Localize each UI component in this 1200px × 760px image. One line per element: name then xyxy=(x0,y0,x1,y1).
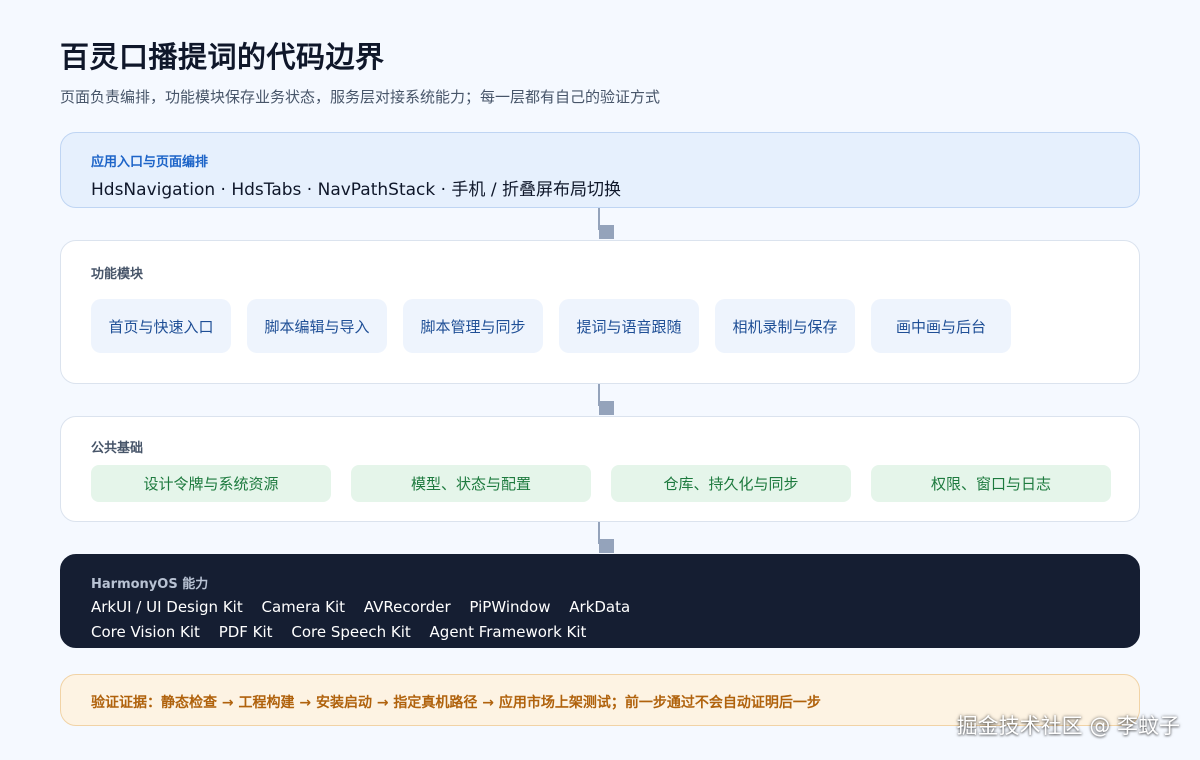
kit-row-1: ArkUI / UI Design Kit Camera Kit AVRecor… xyxy=(91,598,644,616)
module-chip-home[interactable]: 首页与快速入口 xyxy=(91,299,231,353)
module-chip-camera[interactable]: 相机录制与保存 xyxy=(715,299,855,353)
page-title: 百灵口播提词的代码边界 xyxy=(60,40,385,74)
page-subtitle: 页面负责编排，功能模块保存业务状态，服务层对接系统能力；每一层都有自己的验证方式 xyxy=(60,88,661,106)
kit-pipwindow: PiPWindow xyxy=(469,598,551,616)
watermark: 掘金技术社区 @ 李蚊子 xyxy=(956,714,1180,738)
module-chip-script-manage[interactable]: 脚本管理与同步 xyxy=(403,299,543,353)
harmonyos-layer: HarmonyOS 能力 ArkUI / UI Design Kit Camer… xyxy=(60,554,1140,648)
module-chip-script-edit[interactable]: 脚本编辑与导入 xyxy=(247,299,387,353)
entry-layer: 应用入口与页面编排 HdsNavigation · HdsTabs · NavP… xyxy=(60,132,1140,208)
diagram-canvas: 百灵口播提词的代码边界 页面负责编排，功能模块保存业务状态，服务层对接系统能力；… xyxy=(0,0,1200,760)
harmonyos-layer-label: HarmonyOS 能力 xyxy=(91,577,209,592)
common-layer-label: 公共基础 xyxy=(91,441,144,456)
common-chip-permissions[interactable]: 权限、窗口与日志 xyxy=(871,465,1111,502)
entry-layer-text: HdsNavigation · HdsTabs · NavPathStack ·… xyxy=(91,180,621,200)
common-layer: 公共基础 设计令牌与系统资源 模型、状态与配置 仓库、持久化与同步 权限、窗口与… xyxy=(60,416,1140,522)
common-chip-design-tokens[interactable]: 设计令牌与系统资源 xyxy=(91,465,331,502)
modules-layer-label: 功能模块 xyxy=(91,267,144,282)
common-chip-model-state[interactable]: 模型、状态与配置 xyxy=(351,465,591,502)
kit-pdf: PDF Kit xyxy=(218,623,273,641)
kit-core-speech: Core Speech Kit xyxy=(291,623,411,641)
kit-camera: Camera Kit xyxy=(261,598,346,616)
entry-layer-label: 应用入口与页面编排 xyxy=(91,155,209,170)
common-chip-repository[interactable]: 仓库、持久化与同步 xyxy=(611,465,851,502)
kit-avrecorder: AVRecorder xyxy=(363,598,451,616)
kit-core-vision: Core Vision Kit xyxy=(91,623,200,641)
kit-arkui: ArkUI / UI Design Kit xyxy=(91,598,243,616)
down-arrow-icon xyxy=(598,208,614,239)
module-chip-prompter[interactable]: 提词与语音跟随 xyxy=(559,299,699,353)
down-arrow-icon xyxy=(598,384,614,415)
kit-arkdata: ArkData xyxy=(569,598,631,616)
modules-layer: 功能模块 首页与快速入口 脚本编辑与导入 脚本管理与同步 提词与语音跟随 相机录… xyxy=(60,240,1140,384)
kit-row-2: Core Vision Kit PDF Kit Core Speech Kit … xyxy=(91,623,600,641)
down-arrow-icon xyxy=(598,522,614,553)
module-chip-pip[interactable]: 画中画与后台 xyxy=(871,299,1011,353)
kit-agent-framework: Agent Framework Kit xyxy=(429,623,587,641)
verification-text: 验证证据：静态检查 → 工程构建 → 安装启动 → 指定真机路径 → 应用市场上… xyxy=(91,695,821,711)
